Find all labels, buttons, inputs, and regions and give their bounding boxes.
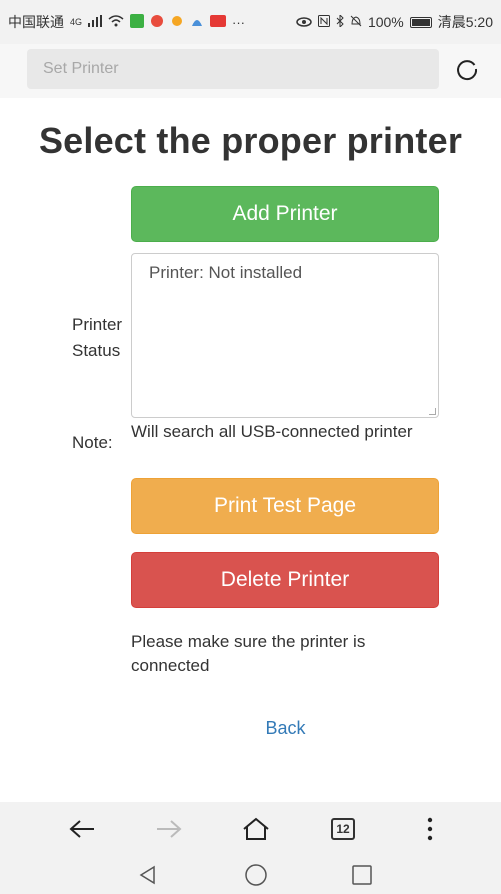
app-notification-icon: [150, 14, 164, 31]
app-notification-icon: [210, 14, 227, 30]
note-text: Will search all USB-connected printer: [131, 422, 413, 441]
app-notification-icon: [190, 14, 204, 31]
resize-handle-icon[interactable]: [429, 408, 436, 415]
back-link[interactable]: Back: [0, 718, 501, 739]
eye-icon: [296, 15, 312, 30]
printer-status-label: Printer Status: [72, 312, 132, 364]
nfc-icon: [317, 14, 330, 30]
reload-icon[interactable]: [454, 56, 480, 82]
forward-arrow-icon[interactable]: [149, 802, 189, 856]
status-bar: 中国联通 4G ··· 100% 清晨5:20: [0, 0, 501, 44]
app-notification-icon: [170, 14, 184, 31]
status-bar-right: 100% 清晨5:20: [296, 12, 493, 32]
print-test-page-button[interactable]: Print Test Page: [131, 478, 439, 534]
url-input[interactable]: Set Printer: [27, 49, 439, 89]
nav-back-icon[interactable]: [128, 856, 168, 894]
tab-count: 12: [331, 818, 355, 840]
more-notifications-icon: ···: [232, 14, 246, 30]
nav-home-icon[interactable]: [236, 856, 276, 894]
mute-icon: [350, 15, 362, 30]
battery-percentage: 100%: [367, 14, 404, 30]
status-bar-left: 中国联通 4G ···: [8, 12, 245, 32]
signal-icon: [88, 14, 103, 30]
app-notification-icon: [130, 13, 145, 31]
printer-status-label-text: Printer Status: [72, 315, 123, 360]
bluetooth-icon: [336, 13, 344, 30]
page-title: Select the proper printer: [38, 120, 463, 161]
system-nav-bar: [0, 856, 501, 894]
nav-recents-icon[interactable]: [342, 856, 382, 894]
delete-printer-button[interactable]: Delete Printer: [131, 552, 439, 608]
battery-icon: [409, 16, 432, 28]
browser-address-bar: Set Printer: [0, 44, 501, 98]
note-label: Note:: [72, 433, 113, 452]
wifi-icon: [108, 14, 124, 30]
network-type: 4G: [70, 17, 83, 27]
printer-status-value: Printer: Not installed: [149, 263, 303, 282]
browser-toolbar: 12: [0, 802, 501, 856]
printer-status-textarea[interactable]: Printer: Not installed: [131, 253, 439, 418]
tabs-button[interactable]: 12: [323, 802, 363, 856]
more-menu-icon[interactable]: [410, 802, 450, 856]
carrier-name: 中国联通: [8, 14, 64, 30]
clock: 清晨5:20: [437, 14, 493, 30]
connection-hint: Please make sure the printer is connecte…: [131, 632, 366, 675]
back-arrow-icon[interactable]: [62, 802, 102, 856]
add-printer-button[interactable]: Add Printer: [131, 186, 439, 242]
home-icon[interactable]: [236, 802, 276, 856]
